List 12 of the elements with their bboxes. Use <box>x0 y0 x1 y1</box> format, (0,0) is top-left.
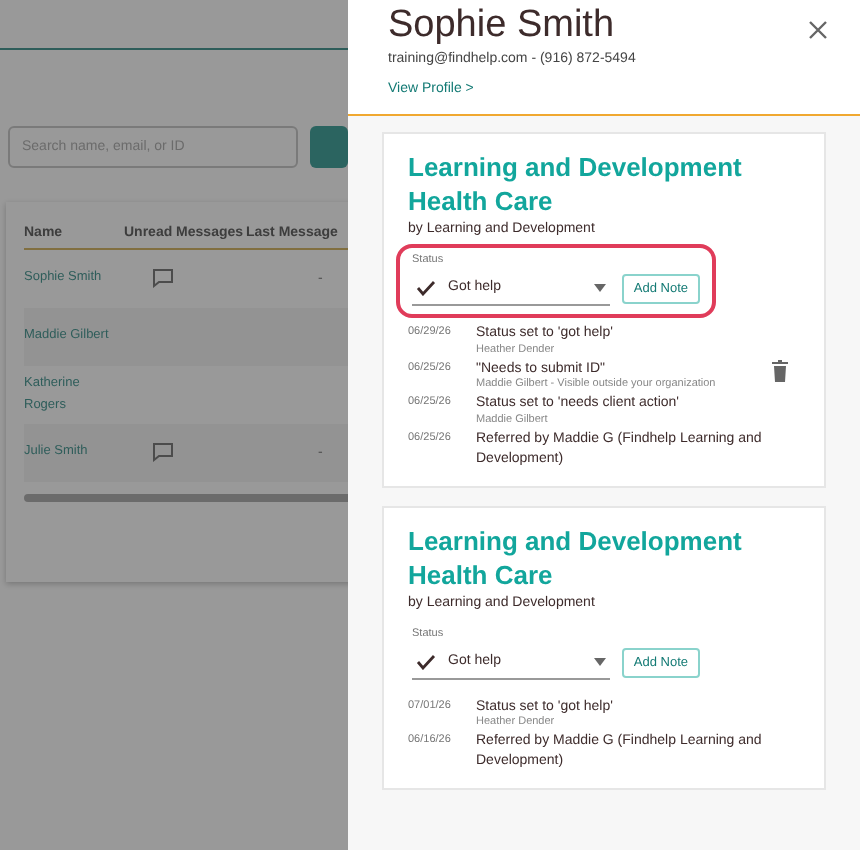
check-icon <box>416 653 436 670</box>
referral-title: Learning and Development Health Care <box>408 152 744 220</box>
caret-icon <box>593 283 606 292</box>
client-name: Sophie Smith <box>388 4 615 48</box>
trash-icon[interactable] <box>772 359 788 382</box>
caret-icon <box>593 657 606 666</box>
chat-bubble-icon <box>152 441 174 461</box>
scrollbar[interactable] <box>24 494 348 502</box>
check-icon <box>416 279 436 296</box>
chat-bubble-icon <box>152 267 174 287</box>
referral-title: Learning and Development Health Care <box>408 525 744 594</box>
close-icon[interactable] <box>804 16 832 44</box>
